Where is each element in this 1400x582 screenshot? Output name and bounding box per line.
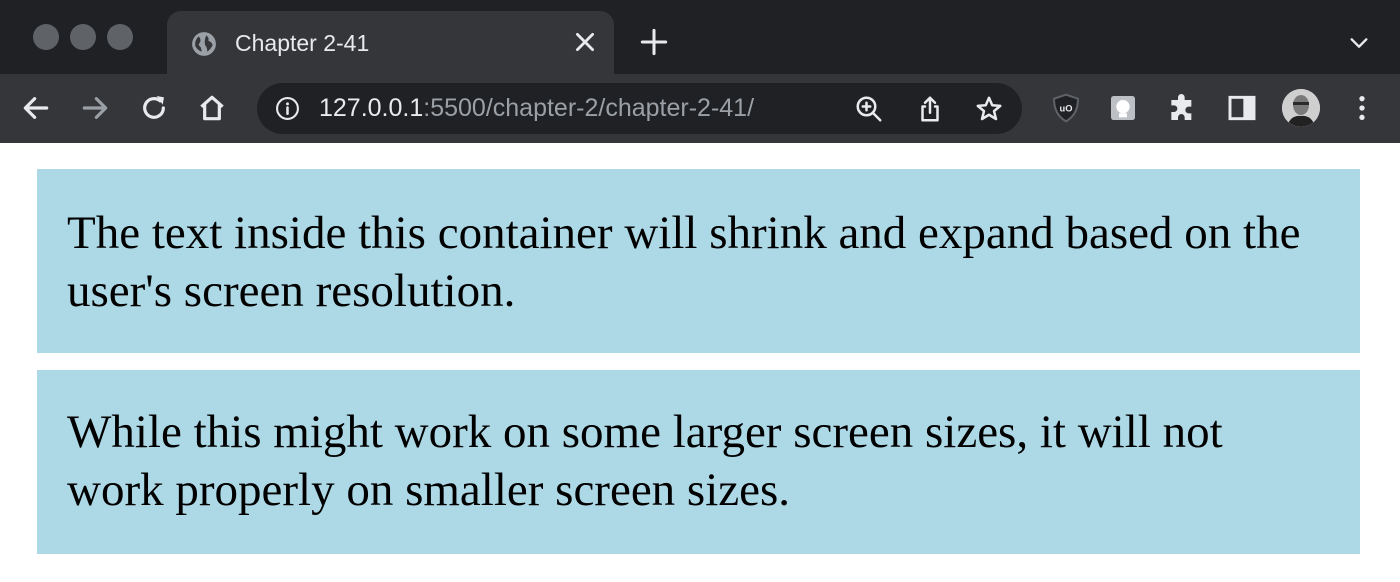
avatar[interactable] bbox=[1282, 89, 1320, 127]
chevron-down-icon[interactable] bbox=[1348, 32, 1370, 54]
window-close-button[interactable] bbox=[33, 24, 59, 50]
sidebar-icon[interactable] bbox=[1226, 92, 1258, 124]
url-host: 127.0.0.1 bbox=[319, 94, 424, 122]
tab-title: Chapter 2-41 bbox=[235, 30, 370, 56]
address-bar[interactable]: 127.0.0.1:5500/chapter-2/chapter-2-41/ bbox=[257, 83, 1022, 134]
arrow-left-icon[interactable] bbox=[20, 92, 52, 124]
browser-toolbar: 127.0.0.1:5500/chapter-2/chapter-2-41/ u… bbox=[0, 74, 1400, 143]
ublock-icon[interactable]: uO bbox=[1050, 92, 1082, 124]
browser-chrome: Chapter 2-41 127.0.0.1:5500/chapter-2/ch… bbox=[0, 0, 1400, 143]
window-zoom-button[interactable] bbox=[107, 24, 133, 50]
container-text-1: The text inside this container will shri… bbox=[67, 207, 1301, 317]
url-path: :5500/chapter-2/chapter-2-41/ bbox=[423, 94, 755, 122]
puzzle-icon[interactable] bbox=[1166, 92, 1198, 124]
close-icon[interactable] bbox=[572, 29, 598, 55]
page-content: The text inside this container will shri… bbox=[0, 143, 1400, 582]
zoom-in-icon[interactable] bbox=[854, 94, 884, 124]
url-text[interactable]: 127.0.0.1:5500/chapter-2/chapter-2-41/ bbox=[319, 93, 754, 124]
reload-icon[interactable] bbox=[138, 92, 170, 124]
tab-strip: Chapter 2-41 bbox=[0, 0, 1400, 74]
home-icon[interactable] bbox=[196, 92, 228, 124]
extension-square-icon[interactable] bbox=[1107, 92, 1139, 124]
text-container-2: While this might work on some larger scr… bbox=[37, 370, 1360, 554]
star-icon[interactable] bbox=[974, 94, 1004, 124]
share-icon[interactable] bbox=[915, 94, 945, 124]
kebab-menu-icon[interactable] bbox=[1346, 92, 1378, 124]
site-info-icon[interactable] bbox=[275, 96, 300, 121]
arrow-right-icon[interactable] bbox=[79, 92, 111, 124]
window-minimize-button[interactable] bbox=[70, 24, 96, 50]
globe-icon bbox=[192, 32, 216, 56]
container-text-2: While this might work on some larger scr… bbox=[67, 406, 1223, 516]
profile-photo-icon bbox=[1282, 89, 1320, 127]
browser-tab[interactable]: Chapter 2-41 bbox=[167, 11, 614, 74]
text-container-1: The text inside this container will shri… bbox=[37, 169, 1360, 353]
svg-text:uO: uO bbox=[1060, 103, 1073, 113]
new-tab-plus-icon[interactable] bbox=[640, 28, 668, 56]
